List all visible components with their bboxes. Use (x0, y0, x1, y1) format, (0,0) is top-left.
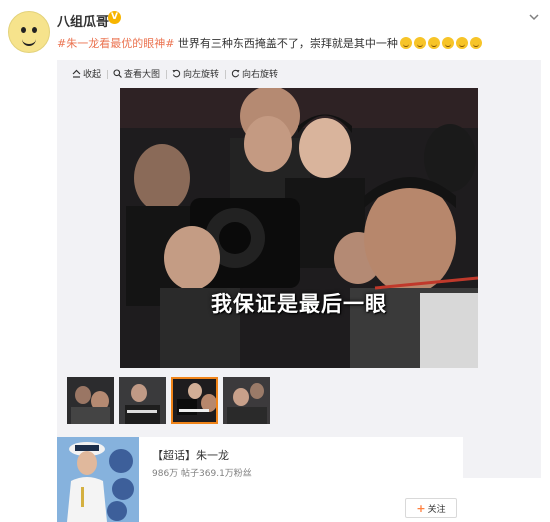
plus-icon: + (416, 501, 426, 515)
grin-emoji-icon (427, 37, 440, 49)
grin-emoji-icon (441, 37, 454, 49)
rotate-left-icon (172, 69, 181, 78)
thumbnail-image (119, 377, 166, 424)
toolbar-divider (166, 70, 168, 79)
main-image[interactable]: 我保证是最后一眼 (120, 88, 478, 368)
rotate-left-button[interactable]: 向左旋转 (172, 67, 219, 80)
follow-button[interactable]: + 关注 (405, 498, 457, 518)
toolbar-divider (225, 70, 227, 79)
topic-link[interactable]: #朱一龙看最优的眼神# (57, 37, 174, 50)
search-icon (113, 69, 122, 78)
image-toolbar: 收起 查看大图 向左旋转 向右旋转 (72, 67, 282, 83)
collapse-button[interactable]: 收起 (72, 67, 101, 80)
thumbnail-image (223, 377, 270, 424)
grin-emoji-icon (469, 37, 482, 49)
thumbnail-1[interactable] (67, 377, 114, 424)
image-caption: 我保证是最后一眼 (211, 292, 387, 316)
view-large-label: 查看大图 (124, 70, 161, 80)
thumbnail-2[interactable] (119, 377, 166, 424)
photo-illustration (120, 88, 478, 368)
collapse-label: 收起 (83, 70, 102, 80)
follow-label: 关注 (427, 504, 446, 515)
thumbnail-3[interactable] (171, 377, 218, 424)
post-body: 世界有三种东西掩盖不了，崇拜就是其中一种 (174, 37, 398, 50)
avatar-eye-right (32, 27, 37, 33)
rotate-right-button[interactable]: 向右旋转 (231, 67, 278, 80)
username[interactable]: 八组瓜哥 (57, 11, 109, 30)
grin-emoji-icon (413, 37, 426, 49)
rotate-left-label: 向左旋转 (183, 70, 220, 80)
grin-emoji-icon (455, 37, 468, 49)
super-topic-cover (57, 437, 139, 522)
cover-illustration (57, 437, 139, 522)
chevron-down-icon[interactable] (527, 10, 541, 24)
post-text: #朱一龙看最优的眼神# 世界有三种东西掩盖不了，崇拜就是其中一种 (57, 35, 482, 51)
toolbar-divider (107, 70, 109, 79)
super-topic-title[interactable]: 【超话】朱一龙 (152, 447, 229, 463)
avatar-mouth (22, 37, 36, 46)
thumbnail-image (171, 377, 218, 424)
avatar-eye-left (21, 27, 26, 33)
thumbnail-image (67, 377, 114, 424)
super-topic-stats: 986万 帖子369.1万粉丝 (152, 469, 252, 479)
thumbnail-4[interactable] (223, 377, 270, 424)
verified-badge-icon: V (108, 11, 121, 24)
view-large-button[interactable]: 查看大图 (113, 67, 160, 80)
collapse-icon (72, 69, 81, 78)
rotate-right-icon (231, 69, 240, 78)
avatar[interactable] (8, 11, 50, 53)
rotate-right-label: 向右旋转 (242, 70, 279, 80)
emoji-row (398, 37, 482, 50)
grin-emoji-icon (399, 37, 412, 49)
